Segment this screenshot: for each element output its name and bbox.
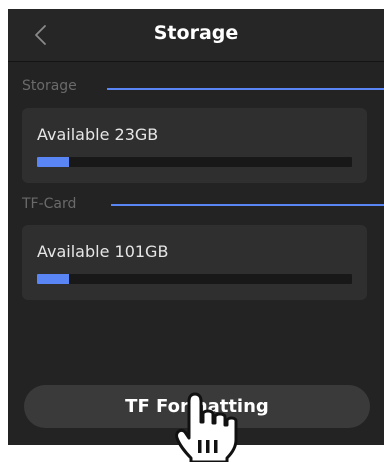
tf-card-usage-bar <box>37 274 352 284</box>
storage-available-text: Available 23GB <box>37 125 159 144</box>
storage-screen: Storage Storage Available 23GB TF-Card A… <box>8 9 384 445</box>
storage-usage-fill <box>37 157 69 167</box>
tf-card-available-text: Available 101GB <box>37 242 169 261</box>
storage-section-divider <box>107 88 384 90</box>
tf-card-section-label: TF-Card <box>22 196 77 212</box>
tf-card-usage-fill <box>37 274 69 284</box>
tf-card-card: Available 101GB <box>22 225 367 300</box>
header: Storage <box>8 9 384 62</box>
storage-card: Available 23GB <box>22 108 367 183</box>
hand-pointer-icon <box>175 392 238 462</box>
page-title: Storage <box>153 22 239 44</box>
storage-usage-bar <box>37 157 352 167</box>
frame: Storage Storage Available 23GB TF-Card A… <box>0 0 384 462</box>
tf-card-section-divider <box>111 204 384 206</box>
storage-section-label: Storage <box>22 78 77 94</box>
